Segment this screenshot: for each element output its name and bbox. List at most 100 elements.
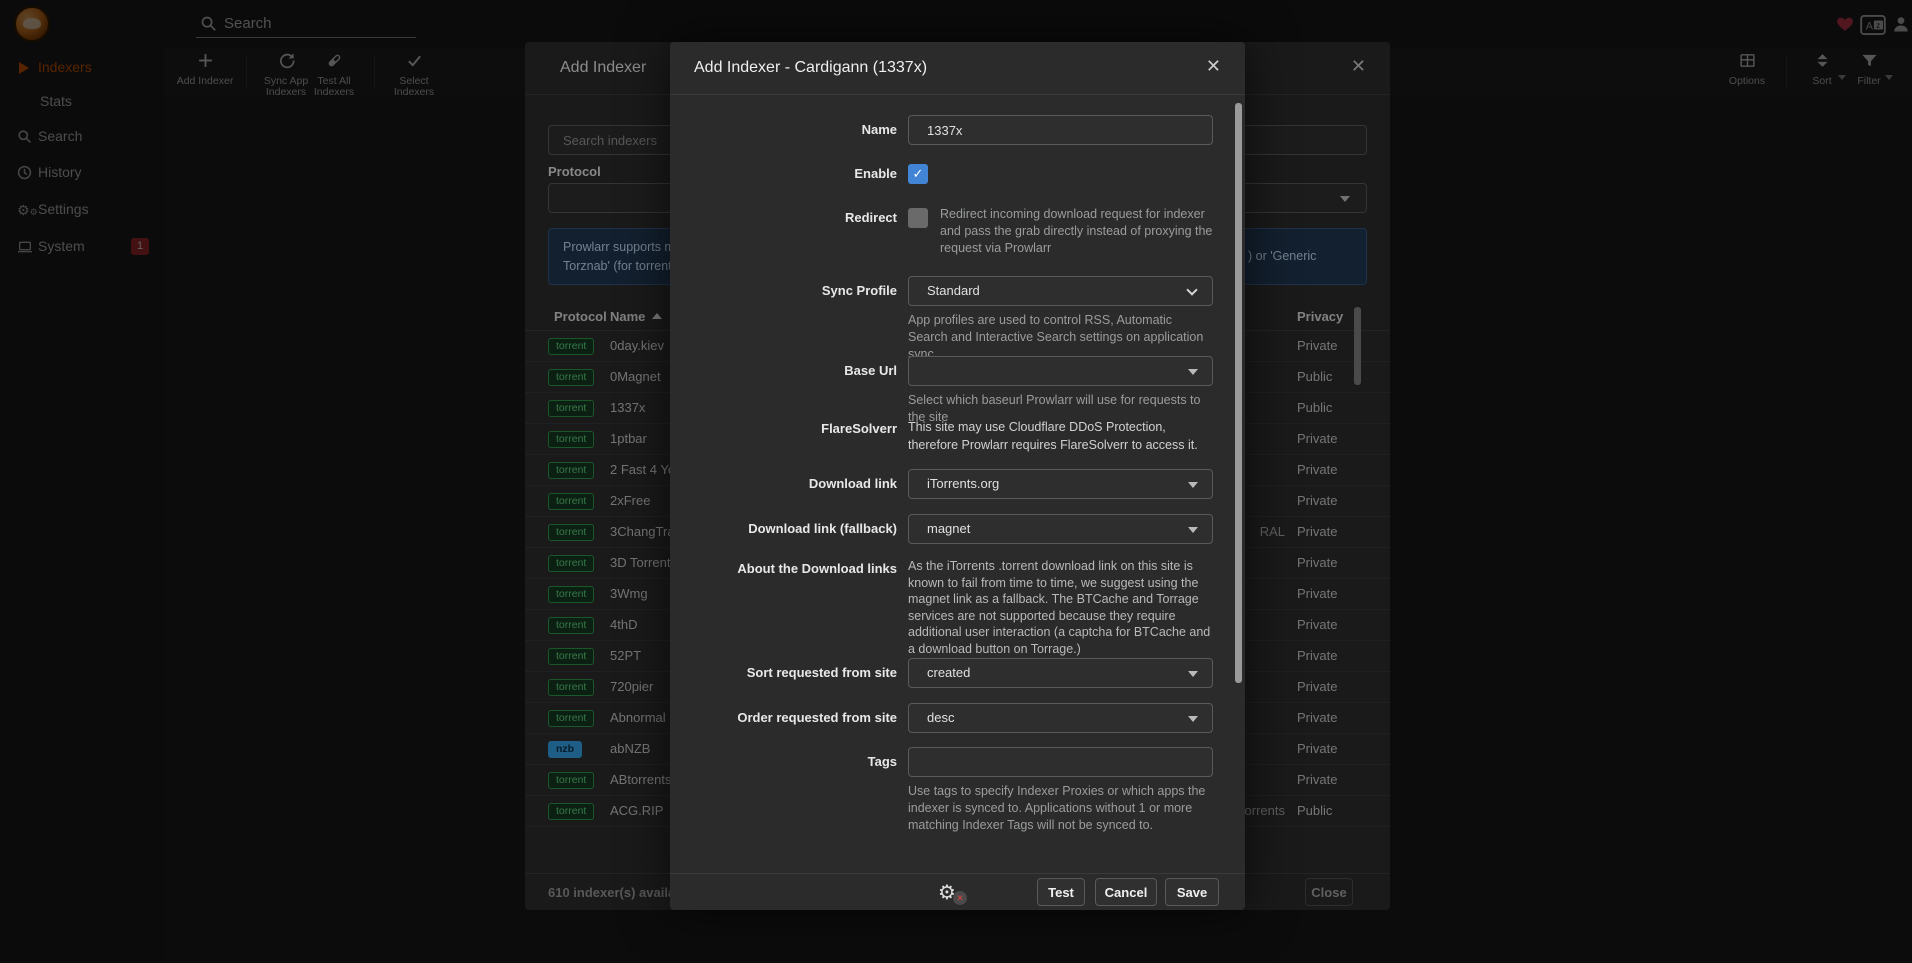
protocol-badge: torrent [548, 493, 594, 510]
enable-label: Enable [670, 164, 897, 184]
download-link-fallback-select[interactable]: magnet [908, 514, 1213, 544]
indexer-name: 4thD [610, 617, 637, 632]
advanced-settings-toggle[interactable]: ⚙✕ [938, 880, 966, 906]
close-icon[interactable]: ✕ [1351, 56, 1366, 77]
chevron-down-icon [1188, 482, 1198, 488]
indexer-name: ACG.RIP [610, 803, 663, 818]
protocol-badge: torrent [548, 617, 594, 634]
about-download-links-text: As the iTorrents .torrent download link … [908, 558, 1214, 657]
sync-profile-label: Sync Profile [670, 276, 897, 306]
sort-ascending-icon [652, 313, 662, 319]
name-input[interactable] [908, 115, 1213, 145]
test-button[interactable]: Test [1037, 878, 1085, 906]
privacy-cell: Private [1297, 617, 1337, 632]
protocol-badge: torrent [548, 648, 594, 665]
protocol-badge: torrent [548, 431, 594, 448]
privacy-cell: Private [1297, 679, 1337, 694]
alert-text: Prowlarr supports ma Torznab' (for torre… [563, 238, 682, 276]
enable-checkbox[interactable]: ✓ [908, 164, 928, 184]
close-button[interactable]: Close [1305, 878, 1353, 906]
privacy-cell: Private [1297, 710, 1337, 725]
tags-label: Tags [670, 747, 897, 777]
indexer-name: 0day.kiev [610, 338, 664, 353]
protocol-badge: torrent [548, 586, 594, 603]
order-requested-select[interactable]: desc [908, 703, 1213, 733]
protocol-filter-label: Protocol [548, 164, 601, 179]
redirect-help: Redirect incoming download request for i… [940, 206, 1213, 257]
sort-requested-select[interactable]: created [908, 658, 1213, 688]
protocol-badge: torrent [548, 462, 594, 479]
privacy-cell: Private [1297, 493, 1337, 508]
selected-value: desc [927, 710, 954, 725]
privacy-cell: Public [1297, 369, 1332, 384]
chevron-down-icon [1188, 527, 1198, 533]
modal-title: Add Indexer [560, 59, 646, 77]
chevron-down-icon [1188, 671, 1198, 677]
column-header-name[interactable]: Name [610, 309, 645, 324]
column-header-protocol[interactable]: Protocol [554, 309, 607, 324]
table-scrollbar-thumb[interactable] [1354, 307, 1361, 385]
save-button[interactable]: Save [1165, 878, 1219, 906]
download-link-label: Download link [670, 469, 897, 499]
privacy-cell: Private [1297, 586, 1337, 601]
dialog-scrollbar-thumb[interactable] [1235, 103, 1242, 683]
protocol-badge: torrent [548, 772, 594, 789]
tags-input[interactable] [908, 747, 1213, 777]
privacy-cell: Private [1297, 462, 1337, 477]
indexer-name: 1337x [610, 400, 645, 415]
chevron-down-icon [1188, 716, 1198, 722]
indexer-name: Abnormal [610, 710, 666, 725]
protocol-badge: nzb [548, 741, 582, 758]
advanced-off-badge: ✕ [953, 891, 967, 905]
indexer-name: abNZB [610, 741, 650, 756]
base-url-label: Base Url [670, 356, 897, 386]
sort-requested-label: Sort requested from site [670, 658, 897, 688]
privacy-cell: Public [1297, 803, 1332, 818]
selected-value: magnet [927, 521, 970, 536]
chevron-down-icon [1340, 196, 1350, 202]
sync-profile-select[interactable]: Standard [908, 276, 1213, 306]
privacy-cell: Public [1297, 400, 1332, 415]
indexer-name: 1ptbar [610, 431, 647, 446]
protocol-badge: torrent [548, 710, 594, 727]
order-requested-label: Order requested from site [670, 703, 897, 733]
privacy-cell: Private [1297, 772, 1337, 787]
about-download-links-label: About the Download links [670, 560, 897, 577]
protocol-badge: torrent [548, 369, 594, 386]
privacy-cell: Private [1297, 338, 1337, 353]
chevron-down-icon [1188, 369, 1198, 375]
base-url-select[interactable] [908, 356, 1213, 386]
privacy-cell: Private [1297, 648, 1337, 663]
protocol-badge: torrent [548, 338, 594, 355]
selected-value: created [927, 665, 970, 680]
indexer-name: 3Wmg [610, 586, 648, 601]
protocol-badge: torrent [548, 803, 594, 820]
redirect-label: Redirect [670, 208, 897, 228]
selected-value: iTorrents.org [927, 476, 999, 491]
download-link-select[interactable]: iTorrents.org [908, 469, 1213, 499]
protocol-badge: torrent [548, 524, 594, 541]
description-tail: RAL [1260, 524, 1285, 539]
indexer-name: 720pier [610, 679, 653, 694]
tags-help: Use tags to specify Indexer Proxies or w… [908, 783, 1213, 834]
name-label: Name [670, 115, 897, 145]
privacy-cell: Private [1297, 555, 1337, 570]
indexer-name: 3D Torrents [610, 555, 677, 570]
selected-value: Standard [927, 283, 980, 298]
column-header-privacy[interactable]: Privacy [1297, 309, 1343, 324]
prowlarr-app: Az Indexers Stats Search History ⚙⚙ [0, 0, 1912, 963]
footer-divider [670, 873, 1245, 874]
chevron-down-icon [1186, 284, 1197, 295]
indexer-name: ABtorrents [610, 772, 671, 787]
protocol-badge: torrent [548, 555, 594, 572]
flaresolverr-text: This site may use Cloudflare DDoS Protec… [908, 418, 1213, 454]
indexer-name: 0Magnet [610, 369, 661, 384]
indexer-name: 52PT [610, 648, 641, 663]
cancel-button[interactable]: Cancel [1095, 878, 1157, 906]
privacy-cell: Private [1297, 741, 1337, 756]
modal-header: Add Indexer - Cardigann (1337x) ✕ [670, 42, 1245, 95]
privacy-cell: Private [1297, 431, 1337, 446]
alert-text-fragment: ) or 'Generic [1248, 247, 1316, 266]
close-icon[interactable]: ✕ [1206, 56, 1221, 77]
redirect-checkbox[interactable] [908, 208, 928, 228]
